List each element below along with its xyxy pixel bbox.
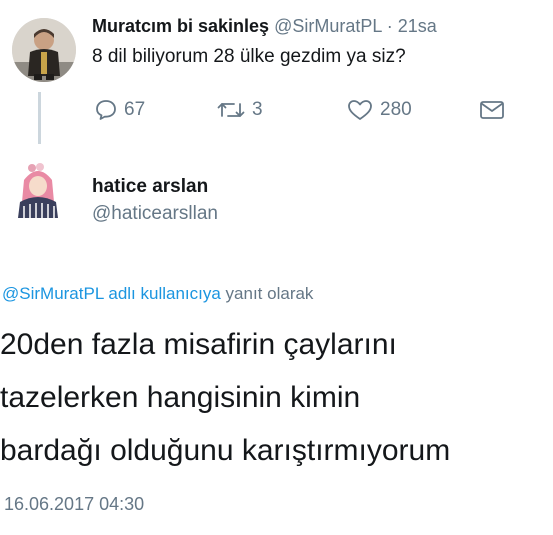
retweet-count: 3 [252, 99, 263, 120]
reply-timestamp[interactable]: 16.06.2017 04:30 [4, 494, 144, 515]
like-count: 280 [380, 99, 412, 120]
child-photo-avatar-image [12, 18, 76, 82]
header-separator: · [386, 16, 393, 36]
original-author-handle[interactable]: @SirMuratPL [274, 16, 382, 36]
heart-icon [348, 100, 372, 120]
reply-text-line: tazelerken hangisinin kimin [0, 381, 361, 414]
original-tweet-time[interactable]: 21sa [398, 16, 437, 36]
reply-action[interactable]: 67 [94, 95, 145, 125]
reply-count: 67 [124, 99, 146, 120]
original-author-avatar[interactable] [12, 18, 76, 82]
direct-message-action[interactable] [478, 95, 506, 125]
retweet-action[interactable]: 3 [216, 95, 263, 125]
reply-text-line: 20den fazla misafirin çaylarını [0, 328, 397, 361]
reply-author-handle[interactable]: @haticearsllan [92, 203, 218, 225]
original-tweet-header: Muratcım bi sakinleş @SirMuratPL · 21sa [92, 16, 437, 37]
original-author-name[interactable]: Muratcım bi sakinleş [92, 16, 269, 36]
reply-text-line: bardağı olduğunu karıştırmıyorum [0, 434, 451, 467]
reply-author-name[interactable]: hatice arslan [92, 176, 208, 198]
envelope-icon [480, 101, 504, 119]
like-action[interactable]: 280 [346, 95, 412, 125]
replying-to-mention-link[interactable]: @SirMuratPL adlı kullanıcıya [2, 284, 221, 303]
retweet-icon [217, 103, 245, 117]
reply-author-avatar[interactable] [10, 162, 66, 218]
reply-bubble-icon [96, 100, 116, 120]
replying-to-line: @SirMuratPL adlı kullanıcıya yanıt olara… [2, 284, 313, 304]
replying-to-suffix: yanıt olarak [220, 284, 314, 303]
thread-connector-line [38, 92, 41, 144]
original-tweet-text: 8 dil biliyorum 28 ülke gezdim ya siz? [92, 46, 406, 67]
reply-tweet-text: 20den fazla misafirin çaylarını tazelerk… [0, 318, 553, 477]
hijab-illustration-avatar-image [10, 162, 66, 218]
